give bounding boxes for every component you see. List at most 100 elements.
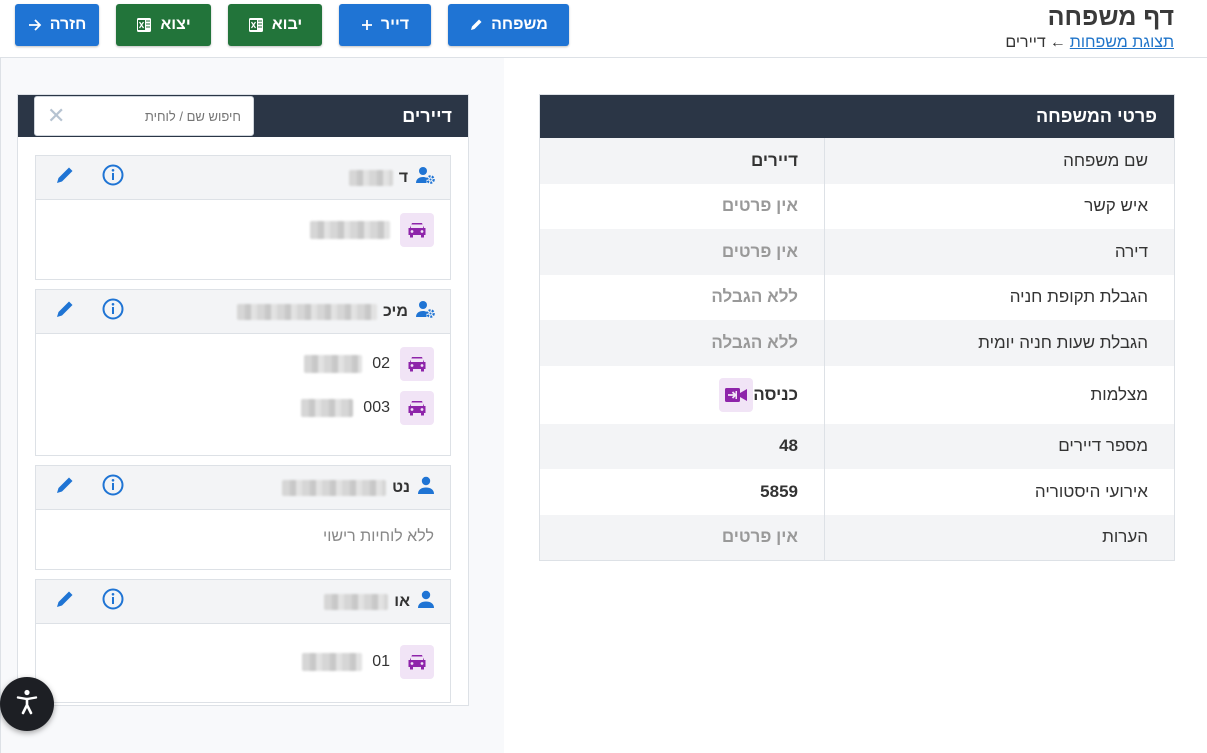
info-icon[interactable]: [102, 588, 124, 615]
family-details-table: פרטי המשפחה שם משפחה דיירים איש קשר אין …: [539, 94, 1175, 561]
info-icon[interactable]: [102, 474, 124, 501]
info-icon[interactable]: [102, 164, 124, 191]
pencil-icon[interactable]: [54, 588, 76, 615]
details-row: דירה אין פרטים: [540, 229, 1174, 275]
car-icon: [400, 213, 434, 247]
resident-card: נט ללא לוחיות רישוי: [35, 465, 451, 570]
export-label: יצוא: [160, 16, 191, 33]
details-row: שם משפחה דיירים: [540, 138, 1174, 184]
user-gear-icon: [414, 165, 436, 190]
accessibility-button[interactable]: [0, 677, 54, 731]
plate-number: 01: [372, 653, 390, 670]
breadcrumb-current: דיירים: [1005, 34, 1046, 51]
breadcrumb: תצוגת משפחות←דיירים: [1005, 34, 1174, 52]
accessibility-icon: [15, 689, 39, 720]
blurred-plate: [304, 355, 363, 373]
excel-icon: [248, 17, 264, 33]
row-value: 5859: [760, 481, 798, 501]
row-value: אין פרטים: [721, 241, 798, 261]
row-label: אירועי היסטוריה: [824, 469, 1174, 515]
details-row: הגבלת תקופת חניה ללא הגבלה: [540, 274, 1174, 320]
blurred-plate: [301, 399, 354, 417]
resident-name-prefix: או: [394, 592, 410, 610]
camera-entry-icon[interactable]: [719, 377, 754, 412]
details-row: הערות אין פרטים: [540, 514, 1174, 560]
license-plate: [52, 208, 434, 252]
resident-card: ד: [35, 155, 451, 280]
blurred-plate: [302, 653, 363, 671]
row-label: הגבלת תקופת חניה: [824, 274, 1174, 320]
search-input[interactable]: [81, 108, 241, 124]
import-button[interactable]: יבוא: [228, 4, 322, 46]
user-icon: [416, 475, 436, 500]
pencil-icon[interactable]: [54, 298, 76, 325]
row-label: הגבלת שעות חניה יומית: [824, 320, 1174, 366]
row-label: מספר דיירים: [824, 423, 1174, 469]
resident-card-body: 02 003: [36, 334, 450, 440]
row-value: אין פרטים: [721, 527, 798, 547]
blurred-plate: [310, 221, 390, 239]
arrow-right-icon: [28, 18, 42, 32]
back-label: חזרה: [49, 16, 87, 33]
row-value: ללא הגבלה: [711, 287, 798, 307]
resident-card-header: או: [36, 580, 450, 624]
row-label: שם משפחה: [824, 138, 1174, 184]
search-box: ✕: [34, 96, 254, 136]
resident-name-prefix: ד: [398, 168, 408, 186]
edit-family-label: משפחה: [491, 16, 548, 33]
row-label: הערות: [824, 514, 1174, 560]
pencil-icon: [469, 18, 483, 32]
camera-name: כניסה: [753, 384, 798, 404]
details-row: אירועי היסטוריה 5859: [540, 469, 1174, 515]
license-plate: 003: [52, 386, 434, 430]
resident-card-header: נט: [36, 466, 450, 510]
residents-title: דיירים: [402, 105, 452, 126]
blurred-name: [237, 303, 378, 320]
edit-family-button[interactable]: משפחה: [448, 4, 569, 46]
details-row: איש קשר אין פרטים: [540, 183, 1174, 229]
card-actions: [54, 474, 124, 501]
toolbar: חזרה יצוא יבוא דייר משפחה: [15, 4, 569, 46]
details-row: מצלמות כניסה: [540, 365, 1174, 424]
add-resident-label: דייר: [380, 16, 410, 33]
info-icon[interactable]: [102, 298, 124, 325]
add-resident-button[interactable]: דייר: [339, 4, 431, 46]
car-icon: [400, 391, 434, 425]
export-button[interactable]: יצוא: [116, 4, 211, 46]
card-actions: [54, 164, 124, 191]
blurred-name: [324, 593, 389, 610]
residents-panel: דיירים ✕ ד: [0, 58, 504, 753]
card-actions: [54, 588, 124, 615]
details-row: מספר דיירים 48: [540, 423, 1174, 469]
pencil-icon[interactable]: [54, 164, 76, 191]
license-plate: 01: [52, 640, 434, 684]
plate-number: 003: [363, 399, 390, 416]
resident-card-body: 01: [36, 624, 450, 694]
resident-card-body: ללא לוחיות רישוי: [36, 510, 450, 566]
car-icon: [400, 645, 434, 679]
resident-card: או 01: [35, 579, 451, 703]
page-header: דף משפחה תצוגת משפחות←דיירים חזרה יצוא י…: [0, 0, 1207, 58]
details-rows: שם משפחה דיירים איש קשר אין פרטים דירה א…: [540, 138, 1174, 560]
details-row: הגבלת שעות חניה יומית ללא הגבלה: [540, 320, 1174, 366]
pencil-icon[interactable]: [54, 474, 76, 501]
license-plate: 02: [52, 342, 434, 386]
no-plates-text: ללא לוחיות רישוי: [323, 528, 434, 545]
back-button[interactable]: חזרה: [15, 4, 99, 46]
blurred-name: [348, 169, 393, 186]
user-icon: [416, 589, 436, 614]
page-title: דף משפחה: [1047, 3, 1174, 31]
row-label: איש קשר: [824, 183, 1174, 229]
clear-search-icon[interactable]: ✕: [47, 105, 65, 127]
row-value: ללא הגבלה: [711, 332, 798, 352]
row-value: דיירים: [751, 150, 798, 170]
residents-header: דיירים ✕: [18, 95, 468, 137]
resident-card: מיכ 02 003: [35, 289, 451, 456]
resident-card-body: [36, 200, 450, 262]
card-actions: [54, 298, 124, 325]
resident-name: מיכ: [237, 299, 436, 324]
resident-card-header: ד: [36, 156, 450, 200]
car-icon: [400, 347, 434, 381]
breadcrumb-link-families[interactable]: תצוגת משפחות: [1070, 34, 1174, 51]
row-value: אין פרטים: [721, 196, 798, 216]
